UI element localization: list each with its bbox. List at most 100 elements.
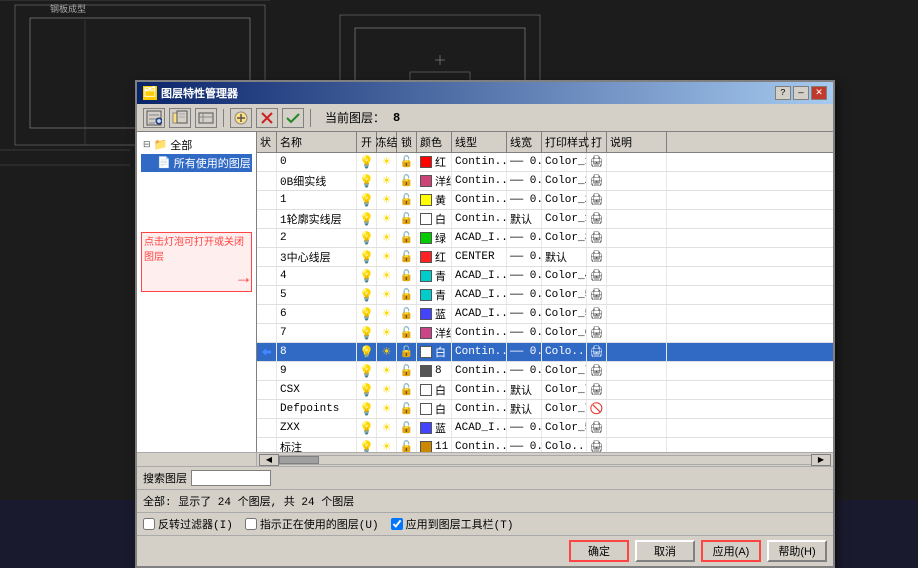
cancel-button[interactable]: 取消 bbox=[635, 540, 695, 562]
cell-print-style[interactable]: Color_2 bbox=[542, 172, 587, 190]
table-row[interactable]: 4 💡 ☀ 🔓 青 ACAD_I... —— 0... Color_4 🖨 bbox=[257, 267, 833, 286]
cell-on[interactable]: 💡 bbox=[357, 172, 377, 190]
cell-linetype[interactable]: Contin... bbox=[452, 438, 507, 452]
cell-freeze[interactable]: ☀ bbox=[377, 400, 397, 418]
cell-linewidth[interactable]: —— 0... bbox=[507, 153, 542, 171]
cell-linetype[interactable]: Contin... bbox=[452, 362, 507, 380]
cell-print[interactable]: 🖨 bbox=[587, 191, 607, 209]
cell-print-style[interactable]: 默认 bbox=[542, 248, 587, 266]
minimize-btn[interactable]: — bbox=[793, 86, 809, 100]
cell-on[interactable]: 💡 bbox=[357, 153, 377, 171]
cell-freeze[interactable]: ☀ bbox=[377, 362, 397, 380]
cell-print[interactable]: 🖨 bbox=[587, 343, 607, 361]
cell-freeze[interactable]: ☀ bbox=[377, 191, 397, 209]
cell-linewidth[interactable]: —— 0... bbox=[507, 438, 542, 452]
cell-linewidth[interactable]: —— 0... bbox=[507, 362, 542, 380]
cell-linetype[interactable]: Contin... bbox=[452, 324, 507, 342]
cell-print-style[interactable]: Color_7 bbox=[542, 362, 587, 380]
cell-color[interactable]: 洋红 bbox=[417, 324, 452, 342]
cell-color[interactable]: 红 bbox=[417, 153, 452, 171]
cell-print-style[interactable]: Color_5 bbox=[542, 286, 587, 304]
cell-linewidth[interactable]: —— 0... bbox=[507, 305, 542, 323]
cell-freeze[interactable]: ☀ bbox=[377, 324, 397, 342]
table-row[interactable]: 标注 💡 ☀ 🔓 11 Contin... —— 0... Colo... 🖨 bbox=[257, 438, 833, 452]
cell-color[interactable]: 11 bbox=[417, 438, 452, 452]
cell-linetype[interactable]: CENTER bbox=[452, 248, 507, 266]
cell-lock[interactable]: 🔓 bbox=[397, 438, 417, 452]
table-row[interactable]: 0 💡 ☀ 🔓 红 Contin... —— 0... Color_1 🖨 bbox=[257, 153, 833, 172]
cell-print[interactable]: 🖨 bbox=[587, 267, 607, 285]
horizontal-scrollbar[interactable]: ◀ ▶ bbox=[137, 452, 833, 466]
table-row[interactable]: 1 💡 ☀ 🔓 黄 Contin... —— 0... Color_2 🖨 bbox=[257, 191, 833, 210]
cell-color[interactable]: 白 bbox=[417, 381, 452, 399]
cell-linewidth[interactable]: —— 0... bbox=[507, 286, 542, 304]
cell-lock[interactable]: 🔓 bbox=[397, 381, 417, 399]
table-row[interactable]: 1轮廓实线层 💡 ☀ 🔓 白 Contin... 默认 Color_1 🖨 bbox=[257, 210, 833, 229]
cell-lock[interactable]: 🔓 bbox=[397, 400, 417, 418]
cell-on[interactable]: 💡 bbox=[357, 362, 377, 380]
cell-on[interactable]: 💡 bbox=[357, 229, 377, 247]
cell-linetype[interactable]: Contin... bbox=[452, 172, 507, 190]
filter-input[interactable] bbox=[191, 470, 271, 486]
table-row[interactable]: Defpoints 💡 ☀ 🔓 白 Contin... 默认 Color_7 🚫 bbox=[257, 400, 833, 419]
cell-linetype[interactable]: Contin... bbox=[452, 210, 507, 228]
cell-linetype[interactable]: Contin... bbox=[452, 191, 507, 209]
cell-freeze[interactable]: ☀ bbox=[377, 286, 397, 304]
cell-color[interactable]: 蓝 bbox=[417, 305, 452, 323]
cell-color[interactable]: 绿 bbox=[417, 229, 452, 247]
cell-linetype[interactable]: Contin... bbox=[452, 343, 507, 361]
cell-print-style[interactable]: Color_7 bbox=[542, 381, 587, 399]
cell-color[interactable]: 洋红 bbox=[417, 172, 452, 190]
cell-on[interactable]: 💡 bbox=[357, 343, 377, 361]
cell-linewidth[interactable]: —— 0... bbox=[507, 248, 542, 266]
cell-print[interactable]: 🚫 bbox=[587, 400, 607, 418]
cell-print-style[interactable]: Color_3 bbox=[542, 229, 587, 247]
new-layer-btn[interactable] bbox=[230, 108, 252, 128]
show-used-input[interactable] bbox=[245, 518, 257, 530]
cell-on[interactable]: 💡 bbox=[357, 286, 377, 304]
show-used-checkbox[interactable]: 指示正在使用的图层(U) bbox=[245, 516, 379, 532]
cell-linetype[interactable]: Contin... bbox=[452, 153, 507, 171]
cell-print[interactable]: 🖨 bbox=[587, 172, 607, 190]
cell-print-style[interactable]: Colo... bbox=[542, 343, 587, 361]
cell-freeze[interactable]: ☀ bbox=[377, 267, 397, 285]
cell-print-style[interactable]: Color_2 bbox=[542, 191, 587, 209]
cell-on[interactable]: 💡 bbox=[357, 419, 377, 437]
hscroll-track[interactable] bbox=[279, 455, 811, 465]
layer-states-btn[interactable] bbox=[195, 108, 217, 128]
cell-print-style[interactable]: Color_4 bbox=[542, 267, 587, 285]
cell-linewidth[interactable]: 默认 bbox=[507, 400, 542, 418]
cell-print[interactable]: 🖨 bbox=[587, 286, 607, 304]
cell-lock[interactable]: 🔓 bbox=[397, 305, 417, 323]
cell-print-style[interactable]: Color_6 bbox=[542, 324, 587, 342]
cell-freeze[interactable]: ☀ bbox=[377, 419, 397, 437]
apply-toolbar-input[interactable] bbox=[391, 518, 403, 530]
cell-linewidth[interactable]: —— 0... bbox=[507, 267, 542, 285]
cell-lock[interactable]: 🔓 bbox=[397, 286, 417, 304]
scroll-left-btn[interactable]: ◀ bbox=[259, 454, 279, 466]
cell-linewidth[interactable]: 默认 bbox=[507, 210, 542, 228]
cell-print[interactable]: 🖨 bbox=[587, 362, 607, 380]
cell-color[interactable]: 白 bbox=[417, 400, 452, 418]
tree-scroll-area[interactable] bbox=[137, 453, 257, 466]
table-row[interactable]: 2 💡 ☀ 🔓 绿 ACAD_I... —— 0... Color_3 🖨 bbox=[257, 229, 833, 248]
cell-color[interactable]: 白 bbox=[417, 343, 452, 361]
cell-print[interactable]: 🖨 bbox=[587, 324, 607, 342]
table-row[interactable]: 3中心线层 💡 ☀ 🔓 红 CENTER —— 0... 默认 🖨 bbox=[257, 248, 833, 267]
cell-on[interactable]: 💡 bbox=[357, 324, 377, 342]
cell-color[interactable]: 蓝 bbox=[417, 419, 452, 437]
cell-color[interactable]: 8 bbox=[417, 362, 452, 380]
cell-lock[interactable]: 🔓 bbox=[397, 191, 417, 209]
table-row[interactable]: 0B细实线 💡 ☀ 🔓 洋红 Contin... —— 0... Color_2… bbox=[257, 172, 833, 191]
cell-print[interactable]: 🖨 bbox=[587, 229, 607, 247]
cell-freeze[interactable]: ☀ bbox=[377, 343, 397, 361]
cell-linetype[interactable]: Contin... bbox=[452, 381, 507, 399]
cell-linewidth[interactable]: —— 0... bbox=[507, 172, 542, 190]
cell-on[interactable]: 💡 bbox=[357, 305, 377, 323]
cell-linetype[interactable]: ACAD_I... bbox=[452, 419, 507, 437]
cell-on[interactable]: 💡 bbox=[357, 210, 377, 228]
cell-print[interactable]: 🖨 bbox=[587, 419, 607, 437]
scroll-right-btn[interactable]: ▶ bbox=[811, 454, 831, 466]
ok-button[interactable]: 确定 bbox=[569, 540, 629, 562]
cell-color[interactable]: 青 bbox=[417, 286, 452, 304]
